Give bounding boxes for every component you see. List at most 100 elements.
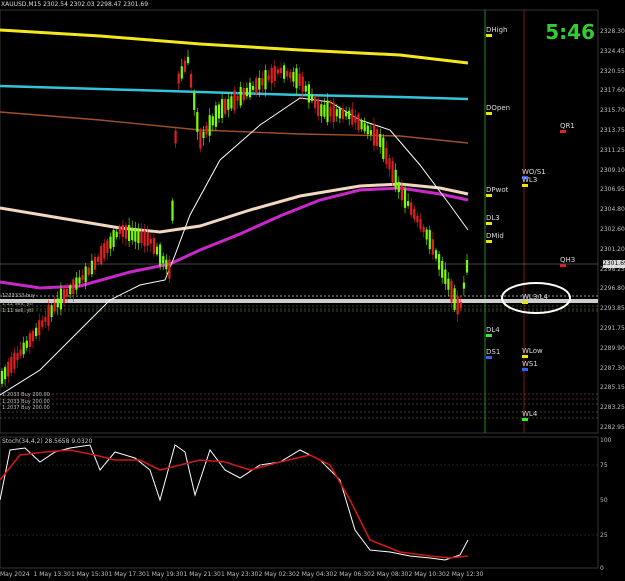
bull-candle <box>434 250 438 259</box>
bear-candle <box>400 186 403 201</box>
time-tick: 2 May 04:30 <box>296 571 334 578</box>
price-tick: 2283.25 <box>600 404 625 412</box>
bull-candle <box>69 285 72 295</box>
bear-candle <box>118 226 121 234</box>
stoch-tick: 25 <box>600 532 608 539</box>
level-marker <box>486 112 492 115</box>
price-tick: 2306.95 <box>600 186 625 194</box>
time-tick: 1 May 13:30 <box>33 571 71 578</box>
bear-candle <box>81 275 84 280</box>
symbol-label: XAUUSD,M15 <box>1 1 42 8</box>
bull-candle <box>128 225 131 241</box>
time-tick: 1 May 17:30 <box>108 571 146 578</box>
bear-candle <box>276 69 279 74</box>
bear-candle <box>183 60 186 72</box>
bear-candle <box>100 245 103 265</box>
bear-candle <box>317 98 320 116</box>
bull-candle <box>403 188 407 208</box>
bull-candle <box>320 104 323 117</box>
bear-candle <box>199 130 202 149</box>
stoch-tick: 50 <box>600 497 608 504</box>
price-tick: 2315.70 <box>600 107 625 115</box>
stoch-label: Stoch(34,4,2) 28.5658 9.0320 <box>2 438 93 445</box>
bear-candle <box>332 102 335 123</box>
price-tick: 2291.75 <box>600 325 625 332</box>
bull-candle <box>360 120 363 130</box>
bear-candle <box>388 158 391 170</box>
bear-candle <box>41 320 44 327</box>
bull-candle <box>348 110 351 120</box>
bull-candle <box>227 99 230 110</box>
bear-candle <box>329 107 332 117</box>
order-label: 1:11 sell, ytl <box>2 308 33 314</box>
bear-candle <box>416 215 419 223</box>
price-tick: 2287.30 <box>600 364 625 372</box>
bull-candle <box>441 260 444 278</box>
bear-candle <box>87 267 90 275</box>
bull-candle <box>35 327 38 337</box>
candle-timer: 5:46 <box>545 20 595 44</box>
level-marker <box>560 264 566 267</box>
bear-candle <box>413 208 416 220</box>
level-label: WL4 <box>522 410 538 418</box>
level-label: WL3 <box>522 176 538 184</box>
bear-candle <box>341 108 345 120</box>
bull-candle <box>217 104 221 119</box>
bull-candle <box>428 230 431 250</box>
bull-candle <box>252 85 255 90</box>
level-label: WO/S1 <box>522 168 546 176</box>
price-tick: 2296.80 <box>600 285 625 293</box>
bear-candle <box>47 304 50 326</box>
bear-candle <box>301 76 304 92</box>
level-label: WLow <box>522 347 543 355</box>
bull-candle <box>115 231 118 238</box>
bear-candle <box>236 95 239 101</box>
price-tick: 2285.15 <box>600 384 625 392</box>
bear-candle <box>376 129 379 146</box>
price-chart[interactable] <box>0 0 625 581</box>
bear-candle <box>146 232 149 246</box>
bull-candle <box>162 256 165 264</box>
bear-candle <box>149 238 152 244</box>
bear-candle <box>168 259 171 279</box>
bear-candle <box>7 361 10 377</box>
chart-header: XAUUSD,M15 2302.54 2302.03 2298.47 2301.… <box>1 1 148 9</box>
price-tick: 2301.20 <box>600 245 625 253</box>
level-marker <box>486 34 492 37</box>
bull-candle <box>307 84 310 103</box>
indicator-panel <box>0 436 599 569</box>
bear-candle <box>286 70 289 77</box>
bull-candle <box>379 133 382 148</box>
bear-candle <box>419 219 422 230</box>
bear-candle <box>242 87 245 101</box>
bull-candle <box>264 70 267 90</box>
bull-candle <box>159 244 162 266</box>
bear-candle <box>261 78 264 86</box>
bull-candle <box>208 115 211 136</box>
bear-candle <box>106 240 109 254</box>
bear-candle <box>140 231 143 244</box>
price-tick: 2304.80 <box>600 206 625 214</box>
bear-candle <box>385 147 388 165</box>
level-label: DOpen <box>486 104 511 112</box>
bull-candle <box>0 370 4 384</box>
time-tick: 2 May 06:30 <box>333 571 371 578</box>
bear-candle <box>233 90 236 111</box>
bear-candle <box>357 114 360 130</box>
bear-candle <box>267 75 270 80</box>
bull-candle <box>90 260 93 275</box>
bull-candle <box>335 109 338 117</box>
bull-candle <box>134 228 137 242</box>
bear-candle <box>410 202 413 215</box>
price-tick: 2289.90 <box>600 344 625 352</box>
bull-candle <box>245 87 248 97</box>
level-marker <box>486 356 492 359</box>
bear-candle <box>459 302 462 308</box>
bull-candle <box>155 246 159 255</box>
level-marker <box>486 240 492 243</box>
bull-candle <box>295 68 298 89</box>
level-label: WS1 <box>522 360 538 368</box>
bull-candle <box>109 236 112 249</box>
bull-candle <box>230 96 233 109</box>
bull-candle <box>180 66 183 79</box>
